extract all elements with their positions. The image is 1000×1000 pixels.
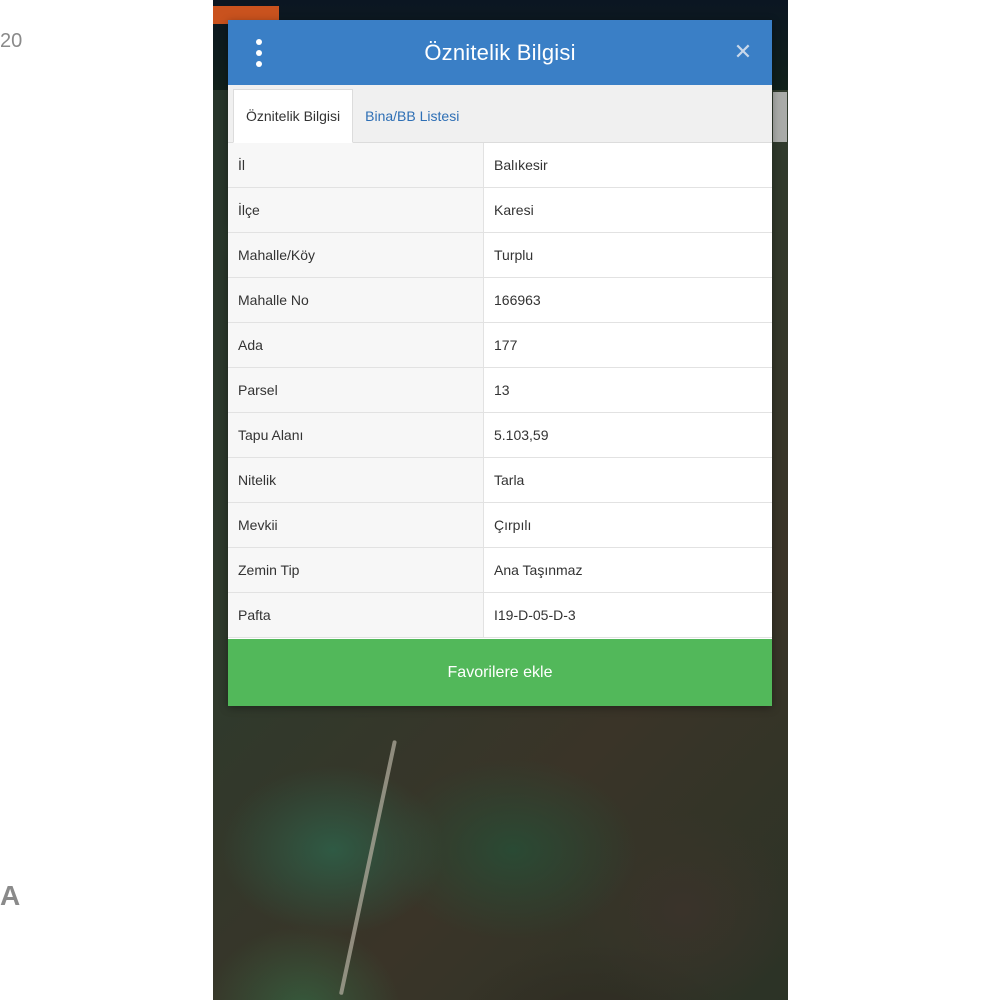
attribute-key: Tapu Alanı xyxy=(228,412,484,458)
dialog-header: Öznitelik Bilgisi ✕ xyxy=(228,20,772,85)
attribute-value: Turplu xyxy=(483,232,772,278)
more-vertical-icon[interactable] xyxy=(248,38,270,68)
attribute-key: Mevkii xyxy=(228,502,484,548)
dialog-title: Öznitelik Bilgisi xyxy=(424,39,576,65)
attribute-key: Parsel xyxy=(228,367,484,413)
add-to-favorites-button[interactable]: Favorilere ekle xyxy=(228,639,772,706)
attribute-key: Ada xyxy=(228,322,484,368)
menu-dot xyxy=(256,61,262,67)
attribute-value: 5.103,59 xyxy=(483,412,772,458)
tab-attribute-info[interactable]: Öznitelik Bilgisi xyxy=(233,89,354,143)
table-row: İlçe Karesi xyxy=(228,187,772,233)
attribute-value: Tarla xyxy=(483,457,772,503)
attribute-key: Mahalle/Köy xyxy=(228,232,484,278)
attribute-key: Zemin Tip xyxy=(228,547,484,593)
close-icon[interactable]: ✕ xyxy=(730,38,756,66)
menu-dot xyxy=(256,39,262,45)
screen: 20 A Öznitelik Bilgisi ✕ Öznitelik Bilgi… xyxy=(0,0,1000,1000)
table-row: Zemin Tip Ana Taşınmaz xyxy=(228,547,772,593)
tab-bar: Öznitelik Bilgisi Bina/BB Listesi xyxy=(228,85,772,143)
table-row: Tapu Alanı 5.103,59 xyxy=(228,412,772,458)
map-scrollbar[interactable] xyxy=(773,92,787,142)
attribute-key: İl xyxy=(228,143,484,188)
attribute-key: Nitelik xyxy=(228,457,484,503)
attribute-value: Çırpılı xyxy=(483,502,772,548)
attribute-value: 177 xyxy=(483,322,772,368)
attribute-value: Karesi xyxy=(483,187,772,233)
attribute-value: Balıkesir xyxy=(483,143,772,188)
table-row: Pafta I19-D-05-D-3 xyxy=(228,592,772,638)
tab-building-list[interactable]: Bina/BB Listesi xyxy=(353,90,471,142)
attribute-value: Ana Taşınmaz xyxy=(483,547,772,593)
table-row: Mevkii Çırpılı xyxy=(228,502,772,548)
attribute-value: 166963 xyxy=(483,277,772,323)
table-row: Parsel 13 xyxy=(228,367,772,413)
attribute-value: I19-D-05-D-3 xyxy=(483,592,772,638)
table-row: Mahalle/Köy Turplu xyxy=(228,232,772,278)
table-row: Ada 177 xyxy=(228,322,772,368)
table-row: Mahalle No 166963 xyxy=(228,277,772,323)
attribute-key: Mahalle No xyxy=(228,277,484,323)
side-number-text: 20 xyxy=(0,30,23,52)
phone-screen: Öznitelik Bilgisi ✕ Öznitelik Bilgisi Bi… xyxy=(213,0,788,1000)
attribute-value: 13 xyxy=(483,367,772,413)
attribute-key: İlçe xyxy=(228,187,484,233)
side-letter-text: A xyxy=(0,880,21,911)
menu-dot xyxy=(256,50,262,56)
attribute-table: İl Balıkesir İlçe Karesi Mahalle/Köy Tur… xyxy=(228,143,772,638)
table-row: İl Balıkesir xyxy=(228,143,772,188)
attribute-key: Pafta xyxy=(228,592,484,638)
attribute-info-dialog: Öznitelik Bilgisi ✕ Öznitelik Bilgisi Bi… xyxy=(228,20,772,706)
table-row: Nitelik Tarla xyxy=(228,457,772,503)
